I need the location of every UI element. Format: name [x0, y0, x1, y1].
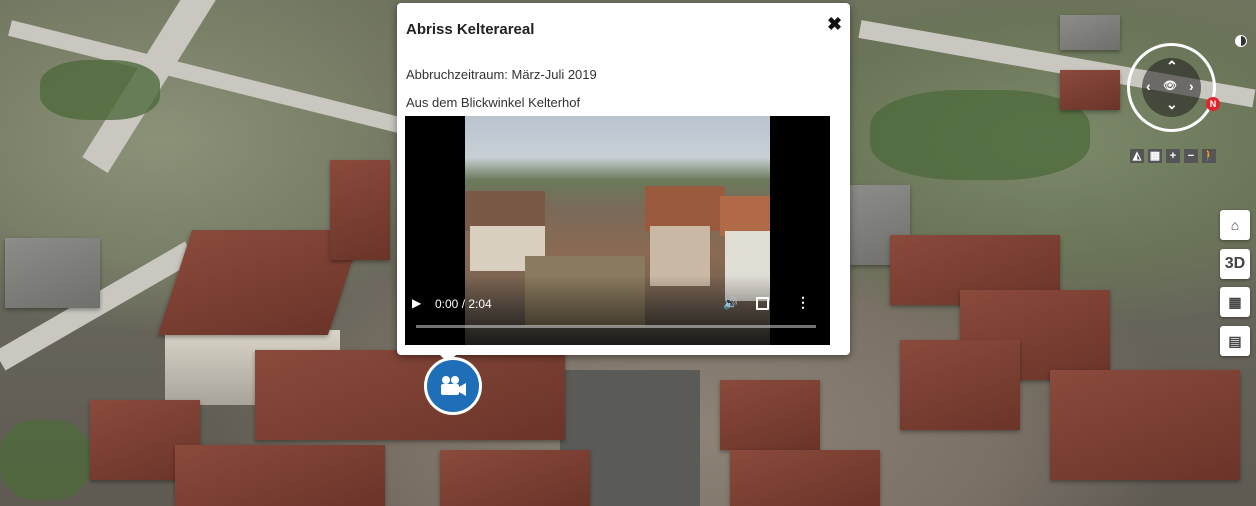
zoom-in-icon[interactable]: + — [1166, 149, 1180, 163]
building — [440, 450, 590, 506]
volume-icon[interactable]: 🔊 — [723, 296, 738, 310]
map-button[interactable]: ▤ — [1220, 326, 1250, 356]
info-popup: Abriss Kelterareal ✖ Abbruchzeitraum: Mä… — [397, 3, 850, 355]
fullscreen-icon[interactable] — [756, 297, 769, 310]
video-marker[interactable] — [424, 357, 482, 415]
video-progress-bar[interactable] — [416, 325, 816, 328]
grid-button[interactable]: ▦ — [1220, 287, 1250, 317]
eye-icon[interactable]: 👁 — [1163, 79, 1177, 92]
map-icon: ▤ — [1228, 332, 1242, 349]
brightness-icon[interactable] — [1235, 35, 1247, 47]
building — [900, 340, 1020, 430]
building — [730, 450, 880, 506]
grid-view-icon[interactable]: ▦ — [1148, 149, 1162, 163]
vegetation — [870, 90, 1090, 180]
home-icon: ⌂ — [1230, 217, 1240, 233]
nav-toolbar: ◭ ▦ + − 🚶 — [1130, 149, 1216, 164]
grid-icon: ▦ — [1228, 293, 1242, 310]
pan-right-icon[interactable]: › — [1189, 78, 1194, 94]
compass-navigation[interactable]: ⌃ ⌄ ‹ › 👁 — [1127, 43, 1216, 132]
zoom-out-icon[interactable]: − — [1184, 149, 1198, 163]
video-player[interactable]: ▶ 0:00 / 2:04 🔊 ⋮ — [405, 116, 830, 345]
building — [330, 160, 390, 260]
building — [720, 380, 820, 450]
building — [175, 445, 385, 506]
popup-title: Abriss Kelterareal — [406, 21, 535, 38]
more-options-icon[interactable]: ⋮ — [796, 294, 810, 311]
pedestrian-icon[interactable]: 🚶 — [1202, 149, 1216, 163]
video-time: 0:00 / 2:04 — [435, 297, 492, 311]
video-camera-icon — [441, 376, 466, 396]
building — [5, 238, 100, 308]
building — [255, 350, 565, 440]
3d-label: 3D — [1224, 255, 1246, 272]
close-icon[interactable]: ✖ — [827, 14, 842, 35]
building — [1060, 15, 1120, 50]
play-icon[interactable]: ▶ — [412, 296, 421, 310]
tilt-icon[interactable]: ◭ — [1130, 149, 1144, 163]
demolition-period-text: Abbruchzeitraum: März-Juli 2019 — [406, 67, 597, 82]
3d-button[interactable]: 3D — [1220, 249, 1250, 279]
pan-left-icon[interactable]: ‹ — [1146, 78, 1151, 94]
pan-up-icon[interactable]: ⌃ — [1166, 58, 1178, 75]
pan-down-icon[interactable]: ⌄ — [1166, 96, 1178, 113]
north-indicator[interactable]: N — [1206, 97, 1220, 111]
compass-center: ⌃ ⌄ ‹ › 👁 — [1142, 58, 1201, 117]
vegetation — [40, 60, 160, 120]
vegetation — [0, 420, 90, 500]
building — [1050, 370, 1240, 480]
home-button[interactable]: ⌂ — [1220, 210, 1250, 240]
building — [1060, 70, 1120, 110]
viewpoint-text: Aus dem Blickwinkel Kelterhof — [406, 95, 581, 110]
